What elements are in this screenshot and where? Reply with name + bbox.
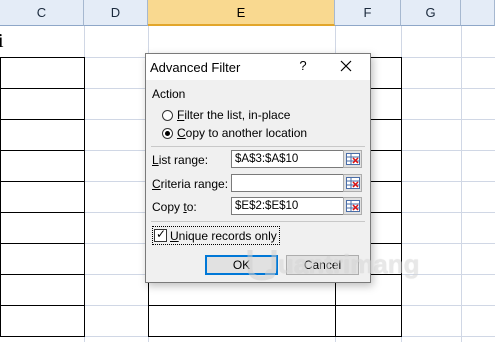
watermark-text: uantrimang (278, 248, 420, 279)
radio-button-unchecked[interactable] (162, 109, 173, 121)
checkmark-icon: ✓ (156, 227, 167, 241)
copy-to-input[interactable] (231, 197, 344, 215)
range-selector-icon (345, 200, 360, 212)
table-cell[interactable] (0, 150, 85, 182)
table-cell[interactable] (0, 243, 85, 275)
list-range-collapse-button[interactable] (343, 150, 362, 168)
column-header-d[interactable]: D (84, 0, 148, 26)
table-cell[interactable] (0, 181, 85, 213)
list-range-label: List range: (152, 153, 209, 167)
list-range-input[interactable] (231, 150, 344, 168)
range-selector-icon (345, 177, 360, 189)
divider (151, 146, 365, 147)
table-cell[interactable] (0, 119, 85, 151)
copy-to-label: Copy to: (152, 200, 197, 214)
watermark: uantrimang (246, 244, 420, 284)
range-selector-icon (345, 153, 360, 165)
unique-records-checkbox[interactable]: ✓ (154, 227, 167, 242)
divider (151, 221, 365, 222)
criteria-range-collapse-button[interactable] (343, 174, 362, 192)
filter-in-place-label: Filter the list, in-place (177, 108, 291, 122)
table-cell[interactable] (0, 274, 85, 306)
radio-button-checked[interactable] (162, 127, 173, 139)
column-header-c[interactable]: C (0, 0, 84, 26)
action-group-label: Action (152, 87, 186, 101)
column-header-h[interactable] (461, 0, 495, 26)
table-cell[interactable] (148, 305, 336, 337)
table-cell[interactable] (0, 88, 85, 120)
table-cell[interactable] (335, 305, 402, 337)
dialog-title-bar[interactable]: Advanced Filter ? (146, 54, 370, 80)
table-cell[interactable] (0, 57, 85, 89)
copy-to-location-label: Copy to another location (177, 126, 308, 140)
column-header-f[interactable]: F (335, 0, 401, 26)
table-cell[interactable] (0, 305, 85, 337)
grid-line (461, 26, 462, 342)
dialog-title: Advanced Filter (150, 60, 241, 75)
close-icon[interactable] (338, 57, 354, 75)
watermark-logo-icon (247, 250, 277, 281)
table-cell[interactable] (0, 212, 85, 244)
column-header-e[interactable]: E (148, 0, 335, 26)
column-header-row: C D E F G (0, 0, 495, 26)
unique-records-label: Unique records only (170, 228, 277, 243)
criteria-range-label: Criteria range: (152, 177, 229, 191)
partial-cell-text: i (0, 30, 4, 52)
criteria-range-input[interactable] (231, 174, 344, 192)
column-header-g[interactable]: G (401, 0, 461, 26)
copy-to-location-radio[interactable]: Copy to another location (162, 125, 307, 141)
filter-in-place-radio[interactable]: Filter the list, in-place (162, 107, 290, 123)
copy-to-collapse-button[interactable] (343, 197, 362, 215)
unique-records-checkbox-row[interactable]: ✓ Unique records only (152, 226, 280, 245)
help-button[interactable]: ? (295, 58, 311, 73)
